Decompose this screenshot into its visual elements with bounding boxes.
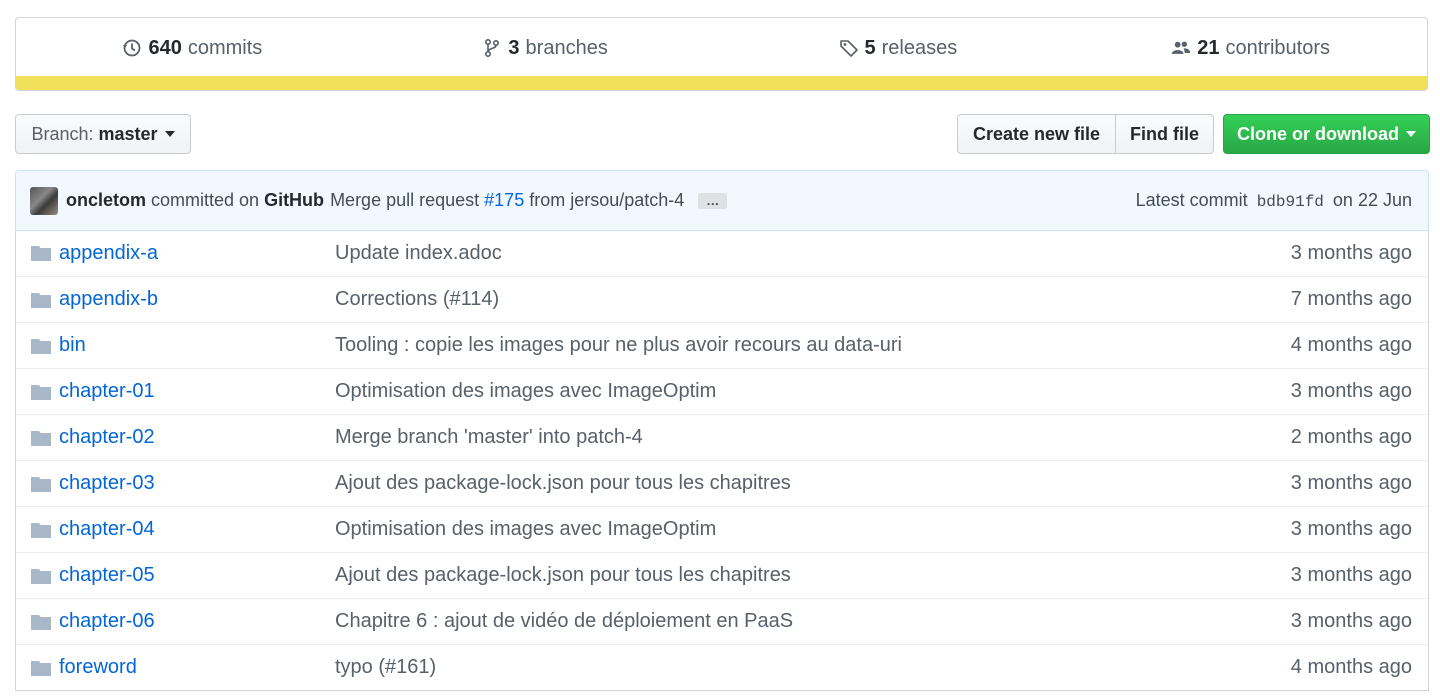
people-icon xyxy=(1172,41,1191,54)
file-commit-message[interactable]: Chapitre 6 : ajout de vidéo de déploieme… xyxy=(335,610,793,633)
file-commit-age: 7 months ago xyxy=(1290,288,1412,310)
file-name-link[interactable]: bin xyxy=(59,334,335,357)
avatar[interactable] xyxy=(30,186,58,215)
branches-label: branches xyxy=(525,36,608,59)
commit-sha-link[interactable]: bdb91fd xyxy=(1257,193,1324,211)
contributors-label: contributors xyxy=(1225,36,1331,59)
folder-icon xyxy=(31,430,51,446)
table-row: chapter-03 Ajout des package-lock.json p… xyxy=(16,460,1428,506)
folder-icon xyxy=(31,338,51,354)
folder-icon xyxy=(31,522,51,538)
commit-author[interactable]: oncletom xyxy=(66,190,146,211)
branches-link[interactable]: 3 branches xyxy=(369,37,722,60)
branch-name: master xyxy=(98,123,158,144)
table-row: bin Tooling : copie les images pour ne p… xyxy=(16,322,1428,368)
file-commit-message[interactable]: Tooling : copie les images pour ne plus … xyxy=(335,334,902,357)
table-row: foreword typo (#161) 4 months ago xyxy=(16,644,1428,690)
folder-icon xyxy=(31,614,51,630)
table-row: chapter-02 Merge branch 'master' into pa… xyxy=(16,414,1428,460)
git-branch-icon xyxy=(485,38,500,58)
folder-icon xyxy=(31,246,51,261)
file-name-link[interactable]: chapter-03 xyxy=(59,472,335,495)
file-commit-message[interactable]: Corrections (#114) xyxy=(335,288,499,311)
latest-commit-info: Latest commit bdb91fd on 22 Jun xyxy=(1136,190,1412,211)
file-name-link[interactable]: chapter-06 xyxy=(59,610,335,633)
commit-date: on 22 Jun xyxy=(1332,190,1412,210)
file-commit-age: 4 months ago xyxy=(1290,656,1412,678)
commits-link[interactable]: 640 commits xyxy=(16,37,369,60)
file-commit-age: 3 months ago xyxy=(1290,564,1412,586)
folder-icon xyxy=(31,292,51,308)
latest-commit-bar: oncletom committed on GitHub Merge pull … xyxy=(15,170,1429,231)
releases-link[interactable]: 5 releases xyxy=(722,37,1075,60)
commits-count: 640 xyxy=(148,36,182,59)
commit-message-prefix[interactable]: Merge pull request xyxy=(330,190,479,211)
table-row: chapter-01 Optimisation des images avec … xyxy=(16,368,1428,414)
caret-down-icon xyxy=(1406,131,1416,137)
file-list: appendix-a Update index.adoc 3 months ag… xyxy=(15,230,1429,691)
file-commit-message[interactable]: Optimisation des images avec ImageOptim xyxy=(335,518,716,541)
file-commit-message[interactable]: Merge branch 'master' into patch-4 xyxy=(335,426,643,449)
table-row: appendix-a Update index.adoc 3 months ag… xyxy=(16,230,1428,276)
releases-label: releases xyxy=(881,36,958,59)
file-commit-message[interactable]: Ajout des package-lock.json pour tous le… xyxy=(335,472,791,495)
clone-or-download-button[interactable]: Clone or download xyxy=(1223,114,1430,154)
file-commit-message[interactable]: Optimisation des images avec ImageOptim xyxy=(335,380,716,403)
clone-label: Clone or download xyxy=(1237,123,1399,144)
file-commit-message[interactable]: Ajout des package-lock.json pour tous le… xyxy=(335,564,791,587)
pull-request-link[interactable]: #175 xyxy=(484,190,524,211)
folder-icon xyxy=(31,384,51,400)
tag-icon xyxy=(839,40,858,57)
file-name-link[interactable]: chapter-01 xyxy=(59,380,335,403)
file-name-link[interactable]: chapter-04 xyxy=(59,518,335,541)
file-commit-message[interactable]: typo (#161) xyxy=(335,656,436,679)
folder-icon xyxy=(31,660,51,676)
file-commit-message[interactable]: Update index.adoc xyxy=(335,242,502,265)
contributors-link[interactable]: 21 contributors xyxy=(1074,37,1427,60)
commit-platform: GitHub xyxy=(264,190,325,210)
branches-count: 3 xyxy=(508,36,520,59)
committed-on-text: committed on xyxy=(151,190,260,210)
table-row: appendix-b Corrections (#114) 7 months a… xyxy=(16,276,1428,322)
file-name-link[interactable]: chapter-02 xyxy=(59,426,335,449)
releases-count: 5 xyxy=(864,36,876,59)
branch-prefix: Branch: xyxy=(31,123,94,144)
file-commit-age: 3 months ago xyxy=(1290,380,1412,402)
language-bar[interactable] xyxy=(16,76,1427,90)
file-commit-age: 4 months ago xyxy=(1290,334,1412,356)
commit-message-suffix[interactable]: from jersou/patch-4 xyxy=(529,190,684,211)
caret-down-icon xyxy=(164,131,175,137)
commits-label: commits xyxy=(187,36,263,59)
create-new-file-button[interactable]: Create new file xyxy=(957,114,1116,154)
latest-commit-label: Latest commit xyxy=(1135,190,1248,210)
table-row: chapter-05 Ajout des package-lock.json p… xyxy=(16,552,1428,598)
numbers-summary: 640 commits 3 branches 5 releases 21 con… xyxy=(16,18,1427,78)
find-file-button[interactable]: Find file xyxy=(1115,114,1214,154)
table-row: chapter-06 Chapitre 6 : ajout de vidéo d… xyxy=(16,598,1428,644)
folder-icon xyxy=(31,476,51,492)
expand-commit-message-button[interactable]: … xyxy=(698,192,728,209)
file-commit-age: 3 months ago xyxy=(1290,241,1412,264)
file-commit-age: 3 months ago xyxy=(1290,472,1412,494)
branch-select-button[interactable]: Branch: master xyxy=(15,114,191,154)
file-name-link[interactable]: chapter-05 xyxy=(59,564,335,587)
history-icon xyxy=(123,39,141,57)
table-row: chapter-04 Optimisation des images avec … xyxy=(16,506,1428,552)
file-name-link[interactable]: foreword xyxy=(59,656,335,679)
file-commit-age: 2 months ago xyxy=(1290,426,1412,448)
file-name-link[interactable]: appendix-b xyxy=(59,288,335,311)
file-commit-age: 3 months ago xyxy=(1290,610,1412,632)
repo-summary: 640 commits 3 branches 5 releases 21 con… xyxy=(15,17,1428,91)
contributors-count: 21 xyxy=(1197,36,1220,59)
folder-icon xyxy=(31,568,51,584)
repo-page: 640 commits 3 branches 5 releases 21 con… xyxy=(0,0,1440,697)
file-commit-age: 3 months ago xyxy=(1290,518,1412,540)
file-name-link[interactable]: appendix-a xyxy=(59,242,335,265)
